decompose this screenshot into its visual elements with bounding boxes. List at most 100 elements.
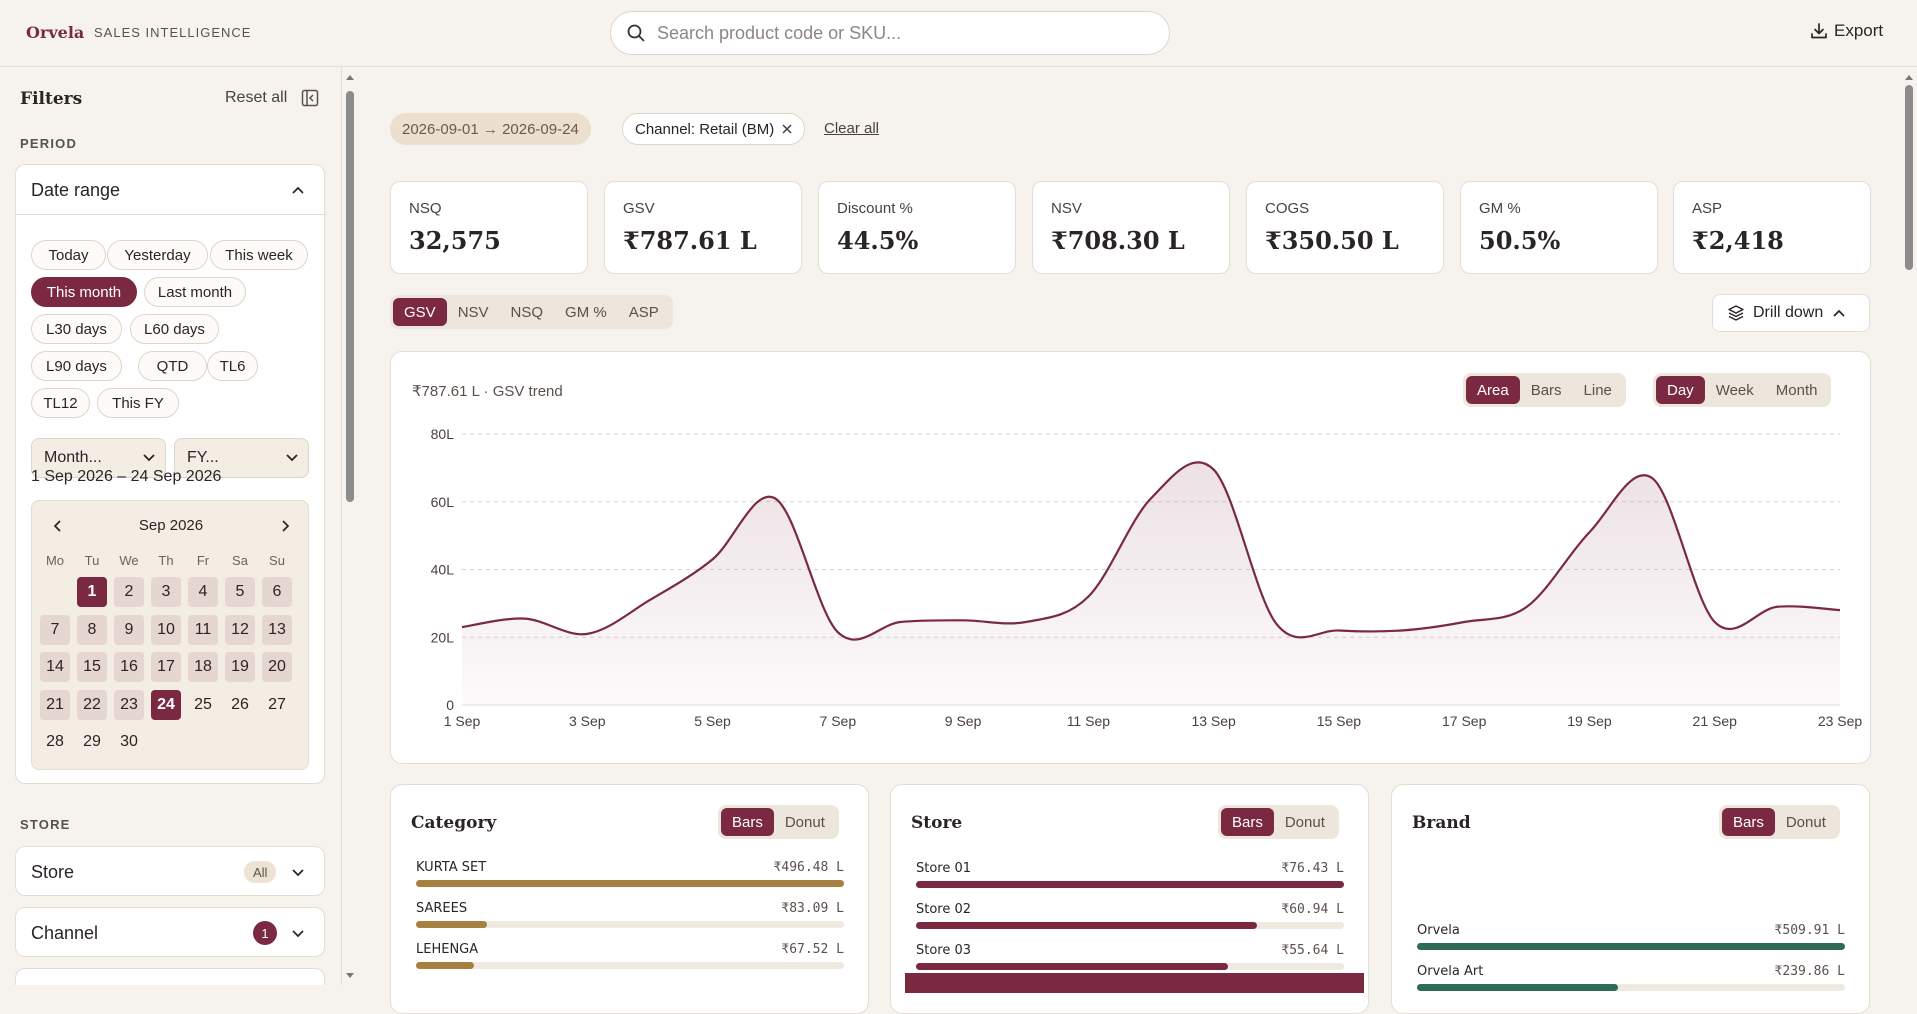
data-point[interactable] (1459, 617, 1469, 627)
calendar-day[interactable]: 10 (151, 614, 181, 645)
close-icon[interactable] (782, 124, 792, 134)
preset-today[interactable]: Today (31, 240, 106, 270)
data-point[interactable] (582, 629, 592, 639)
data-point[interactable] (1772, 602, 1782, 612)
granularity-month[interactable]: Month (1765, 376, 1829, 404)
calendar-day[interactable]: 2 (114, 577, 144, 607)
store-mode-bars[interactable]: Bars (1221, 808, 1274, 836)
data-point[interactable] (958, 615, 968, 625)
calendar-day[interactable]: 8 (77, 614, 107, 645)
preset-l60-days[interactable]: L60 days (130, 314, 219, 344)
metric-tab-nsv[interactable]: NSV (447, 298, 500, 326)
data-point[interactable] (1647, 473, 1657, 483)
calendar-day[interactable]: 7 (40, 614, 70, 645)
main-scroll-thumb[interactable] (1905, 85, 1913, 270)
search-box[interactable] (610, 11, 1170, 55)
data-point[interactable] (1522, 602, 1532, 612)
calendar-day[interactable]: 21 (40, 689, 70, 720)
channel-filter-chip[interactable]: Channel: Retail (BM) (622, 113, 806, 145)
data-point[interactable] (1146, 493, 1156, 503)
sidebar-scroll-thumb[interactable] (346, 91, 354, 502)
metric-tab-gsv[interactable]: GSV (393, 298, 447, 326)
data-point[interactable] (833, 627, 843, 637)
data-point[interactable] (708, 554, 718, 564)
granularity-week[interactable]: Week (1705, 376, 1765, 404)
calendar-day[interactable]: 26 (225, 690, 255, 720)
data-point[interactable] (457, 622, 467, 632)
data-point[interactable] (1334, 625, 1344, 635)
store-row-highlight[interactable] (905, 973, 1364, 993)
calendar-day[interactable]: 22 (77, 689, 107, 720)
preset-qtd[interactable]: QTD (138, 351, 207, 381)
calendar-day[interactable]: 12 (225, 614, 255, 645)
calendar-day[interactable]: 6 (262, 577, 292, 607)
main-scrollbar[interactable] (1900, 67, 1917, 985)
calendar-day[interactable]: 15 (77, 652, 107, 682)
preset-this-month[interactable]: This month (31, 277, 137, 307)
category-mode-bars[interactable]: Bars (721, 808, 774, 836)
collapse-sidebar-icon[interactable] (301, 89, 319, 107)
date-filter-chip[interactable]: 2026-09-01 → 2026-09-24 (390, 113, 591, 145)
calendar-day[interactable]: 17 (151, 652, 181, 682)
scroll-up-arrow-icon[interactable] (1904, 73, 1914, 81)
calendar-day[interactable]: 24 (151, 689, 181, 720)
data-point[interactable] (770, 493, 780, 503)
chart-type-area[interactable]: Area (1466, 376, 1520, 404)
chart-type-bars[interactable]: Bars (1520, 376, 1573, 404)
calendar-day[interactable]: 4 (188, 577, 218, 607)
calendar-day[interactable]: 29 (77, 727, 107, 757)
preset-l90-days[interactable]: L90 days (31, 351, 122, 381)
data-point[interactable] (520, 614, 530, 624)
drill-down-button[interactable]: Drill down (1712, 294, 1870, 332)
store-filter-card[interactable]: Store All (15, 846, 325, 896)
scroll-up-arrow-icon[interactable] (345, 73, 355, 81)
data-point[interactable] (1083, 592, 1093, 602)
preset-yesterday[interactable]: Yesterday (107, 240, 208, 270)
category-mode-donut[interactable]: Donut (774, 808, 836, 836)
data-point[interactable] (1397, 625, 1407, 635)
metric-tab-gm[interactable]: GM % (554, 298, 618, 326)
reset-all-button[interactable]: Reset all (225, 89, 287, 107)
calendar-day[interactable]: 25 (188, 690, 218, 720)
scroll-down-arrow-icon[interactable] (345, 972, 355, 980)
search-input[interactable] (657, 22, 1137, 44)
preset-this-week[interactable]: This week (210, 240, 308, 270)
brand-mode-bars[interactable]: Bars (1722, 808, 1775, 836)
data-point[interactable] (1021, 617, 1031, 627)
data-point[interactable] (895, 617, 905, 627)
preset-last-month[interactable]: Last month (144, 277, 246, 307)
preset-l30-days[interactable]: L30 days (31, 314, 122, 344)
calendar-day[interactable]: 3 (151, 577, 181, 607)
calendar-day[interactable]: 16 (114, 652, 144, 682)
data-point[interactable] (1584, 527, 1594, 537)
preset-this-fy[interactable]: This FY (97, 388, 179, 418)
calendar-day[interactable]: 30 (114, 727, 144, 757)
calendar-day[interactable]: 5 (225, 577, 255, 607)
calendar-day[interactable]: 14 (40, 652, 70, 682)
data-point[interactable] (1209, 465, 1219, 475)
calendar-day[interactable]: 13 (262, 614, 292, 645)
calendar-day[interactable]: 20 (262, 652, 292, 682)
calendar-day[interactable]: 1 (77, 577, 107, 607)
data-point[interactable] (645, 595, 655, 605)
export-button[interactable]: Export (1810, 21, 1883, 41)
preset-tl12[interactable]: TL12 (31, 388, 90, 418)
metric-tab-asp[interactable]: ASP (618, 298, 670, 326)
data-point[interactable] (1271, 619, 1281, 629)
clear-all-link[interactable]: Clear all (824, 120, 879, 137)
chevron-right-icon[interactable] (281, 519, 291, 533)
calendar-day[interactable]: 19 (225, 652, 255, 682)
data-point[interactable] (1710, 617, 1720, 627)
calendar-day[interactable]: 23 (114, 689, 144, 720)
next-filter-card[interactable] (15, 968, 325, 985)
calendar-day[interactable]: 11 (188, 614, 218, 645)
channel-filter-card[interactable]: Channel 1 (15, 907, 325, 957)
granularity-day[interactable]: Day (1656, 376, 1705, 404)
data-point[interactable] (1835, 605, 1845, 615)
metric-tab-nsq[interactable]: NSQ (500, 298, 555, 326)
sidebar-scrollbar[interactable] (343, 67, 357, 985)
calendar-day[interactable]: 9 (114, 614, 144, 645)
chart-type-line[interactable]: Line (1573, 376, 1623, 404)
calendar-day[interactable]: 18 (188, 652, 218, 682)
calendar-day[interactable]: 27 (262, 690, 292, 720)
